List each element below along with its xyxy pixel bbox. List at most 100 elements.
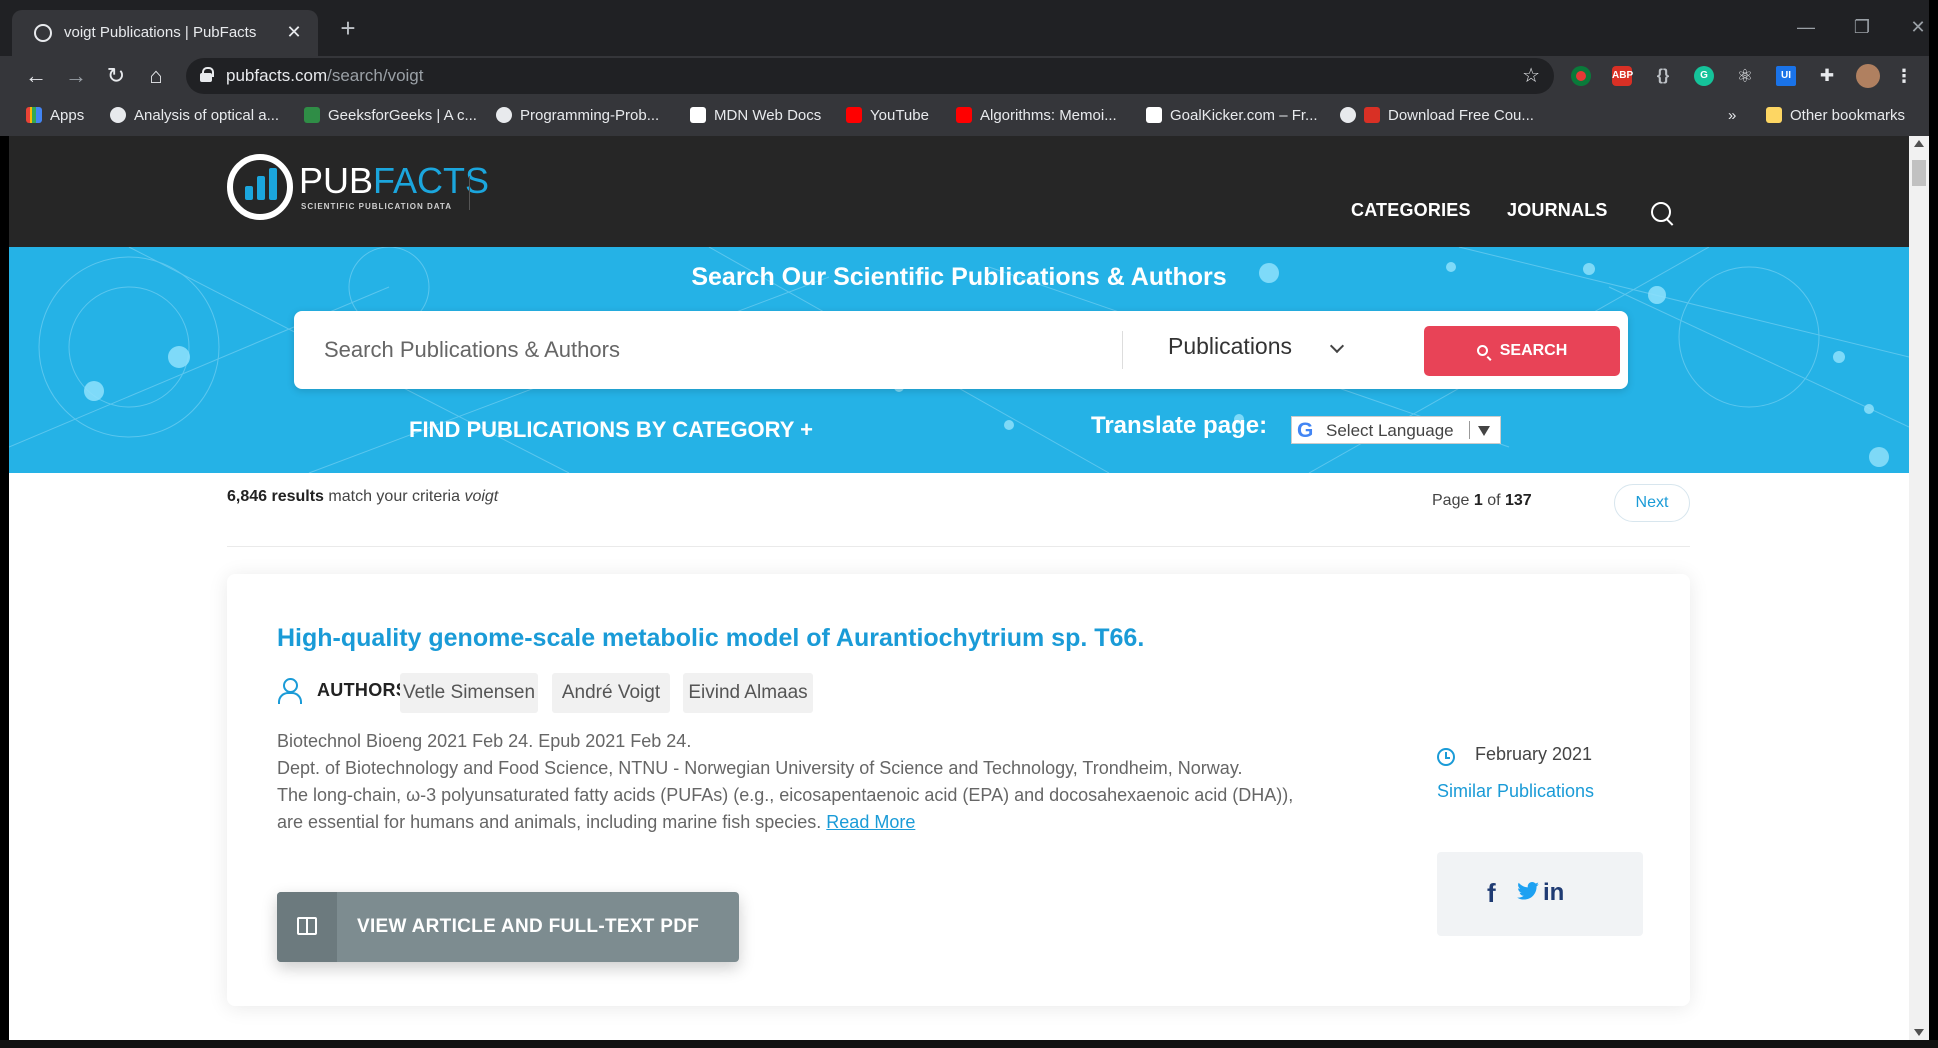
profile-avatar[interactable] bbox=[1856, 64, 1880, 88]
globe-icon bbox=[110, 107, 126, 123]
browser-toolbar: ← → ↻ ⌂ pubfacts.com/search/voigt ☆ ABP … bbox=[0, 56, 1938, 96]
json-viewer-icon[interactable]: {} bbox=[1653, 66, 1673, 86]
bookmark-download-free[interactable]: Download Free Cou... bbox=[1340, 106, 1534, 126]
author-chip[interactable]: André Voigt bbox=[552, 673, 670, 713]
adblock-icon[interactable]: ABP bbox=[1612, 66, 1633, 86]
bookmark-apps[interactable]: Apps bbox=[26, 106, 84, 126]
logo-magnifier-icon bbox=[227, 154, 293, 220]
globe-icon bbox=[1340, 107, 1356, 123]
results-divider bbox=[227, 546, 1690, 547]
bookmark-star-icon[interactable]: ☆ bbox=[1522, 63, 1540, 88]
pubfacts-logo[interactable]: PUBFACTS SCIENTIFIC PUBLICATION DATA bbox=[227, 154, 489, 230]
ui-extension-icon[interactable]: UI bbox=[1776, 66, 1796, 86]
google-g-icon: G bbox=[1297, 419, 1314, 442]
user-icon bbox=[277, 678, 302, 704]
search-type-dropdown[interactable]: Publications bbox=[1168, 333, 1292, 360]
language-select[interactable]: G Select Language bbox=[1291, 416, 1501, 444]
bookmarks-bar: Apps Analysis of optical a... GeeksforGe… bbox=[0, 96, 1938, 136]
browser-tab[interactable]: voigt Publications | PubFacts ✕ bbox=[12, 10, 318, 56]
mdn-icon bbox=[690, 107, 706, 123]
header-search-icon[interactable] bbox=[1649, 200, 1677, 228]
restore-icon[interactable]: ❐ bbox=[1840, 12, 1884, 42]
tab-title: voigt Publications | PubFacts bbox=[64, 24, 257, 41]
bookmark-goalkicker[interactable]: GoalKicker.com – Fr... bbox=[1146, 106, 1318, 126]
goalkicker-icon bbox=[1146, 107, 1162, 123]
reload-icon[interactable]: ↻ bbox=[100, 60, 132, 92]
folder-icon bbox=[1766, 107, 1782, 123]
hero-title: Search Our Scientific Publications & Aut… bbox=[691, 263, 1227, 291]
apps-grid-icon bbox=[26, 107, 42, 123]
minimize-icon[interactable]: — bbox=[1784, 12, 1828, 42]
back-icon[interactable]: ← bbox=[20, 60, 52, 92]
logo-tagline: SCIENTIFIC PUBLICATION DATA bbox=[301, 202, 452, 211]
fco-icon bbox=[1364, 107, 1380, 123]
author-chip[interactable]: Vetle Simensen bbox=[400, 673, 538, 713]
linkedin-icon[interactable]: in bbox=[1543, 878, 1564, 908]
book-icon bbox=[297, 917, 317, 935]
screen-right-edge bbox=[1929, 0, 1938, 1048]
screen-bottom-edge bbox=[0, 1040, 1938, 1048]
scroll-down-icon[interactable] bbox=[1914, 1029, 1924, 1036]
site-header: PUBFACTS SCIENTIFIC PUBLICATION DATA CAT… bbox=[9, 136, 1909, 247]
similar-publications-link[interactable]: Similar Publications bbox=[1437, 781, 1594, 802]
share-box: f in bbox=[1437, 852, 1643, 936]
bookmarks-overflow-icon[interactable]: » bbox=[1728, 106, 1736, 126]
bookmark-algorithms[interactable]: Algorithms: Memoi... bbox=[956, 106, 1117, 126]
url-text[interactable]: pubfacts.com/search/voigt bbox=[226, 66, 424, 86]
logo-divider bbox=[469, 176, 470, 210]
facebook-icon[interactable]: f bbox=[1487, 878, 1496, 908]
extensions-puzzle-icon[interactable]: ✚ bbox=[1817, 66, 1837, 86]
bookmark-programming[interactable]: Programming-Prob... bbox=[496, 106, 659, 126]
abstract-snippet: The long-chain, ω-3 polyunsaturated fatt… bbox=[277, 785, 1294, 832]
home-icon[interactable]: ⌂ bbox=[140, 60, 172, 92]
bookmark-analysis[interactable]: Analysis of optical a... bbox=[110, 106, 279, 126]
page-indicator: Page 1 of 137 bbox=[1432, 492, 1532, 509]
page-scrollbar[interactable] bbox=[1909, 136, 1929, 1040]
address-bar[interactable]: pubfacts.com/search/voigt ☆ bbox=[186, 58, 1554, 94]
tab-strip: voigt Publications | PubFacts ✕ + — ❐ ✕ bbox=[0, 0, 1938, 56]
dropdown-arrow-icon bbox=[1478, 426, 1490, 436]
new-tab-icon[interactable]: + bbox=[334, 14, 362, 42]
publication-date: February 2021 bbox=[1475, 744, 1593, 764]
search-bar: Publications SEARCH bbox=[294, 311, 1628, 389]
grammarly-icon[interactable]: G bbox=[1694, 66, 1714, 86]
nav-categories[interactable]: CATEGORIES bbox=[1351, 200, 1471, 221]
scroll-up-icon[interactable] bbox=[1914, 140, 1924, 147]
youtube-icon bbox=[846, 107, 862, 123]
other-bookmarks[interactable]: Other bookmarks bbox=[1766, 106, 1905, 126]
twitter-icon[interactable] bbox=[1517, 882, 1539, 900]
search-button[interactable]: SEARCH bbox=[1424, 326, 1620, 376]
read-more-link[interactable]: Read More bbox=[826, 812, 915, 832]
page-viewport: PUBFACTS SCIENTIFIC PUBLICATION DATA CAT… bbox=[9, 136, 1909, 1040]
bookmark-geeksforgeeks[interactable]: GeeksforGeeks | A c... bbox=[304, 106, 477, 126]
menu-kebab-icon[interactable]: ⋮ bbox=[1894, 66, 1914, 86]
tab-close-icon[interactable]: ✕ bbox=[282, 20, 306, 44]
extension-record-icon[interactable] bbox=[1571, 66, 1591, 86]
lock-icon bbox=[200, 67, 214, 82]
search-icon bbox=[1476, 345, 1488, 356]
react-devtools-icon[interactable]: ⚛ bbox=[1735, 66, 1755, 86]
nav-journals[interactable]: JOURNALS bbox=[1507, 200, 1608, 221]
affiliation: Dept. of Biotechnology and Food Science,… bbox=[277, 758, 1243, 778]
chevron-down-icon[interactable] bbox=[1329, 338, 1345, 354]
hero-search-section: Search Our Scientific Publications & Aut… bbox=[9, 247, 1909, 473]
journal-citation: Biotechnol Bioeng 2021 Feb 24. Epub 2021… bbox=[277, 731, 692, 751]
bookmark-youtube[interactable]: YouTube bbox=[846, 106, 929, 126]
next-page-button[interactable]: Next bbox=[1614, 484, 1690, 522]
view-article-button[interactable]: VIEW ARTICLE AND FULL-TEXT PDF bbox=[277, 892, 739, 962]
search-input[interactable] bbox=[324, 325, 1124, 375]
logo-wordmark: PUBFACTS bbox=[299, 160, 490, 201]
pubfacts-favicon-icon bbox=[34, 24, 52, 42]
search-separator bbox=[1122, 331, 1123, 369]
forward-icon[interactable]: → bbox=[60, 60, 92, 92]
author-chip[interactable]: Eivind Almaas bbox=[683, 673, 813, 713]
results-count: 6,846 results match your criteria voigt bbox=[227, 488, 499, 505]
publication-title-link[interactable]: High-quality genome-scale metabolic mode… bbox=[277, 624, 1144, 653]
github-icon bbox=[496, 107, 512, 123]
find-by-category-link[interactable]: FIND PUBLICATIONS BY CATEGORY + bbox=[409, 417, 813, 443]
scrollbar-thumb[interactable] bbox=[1912, 160, 1926, 186]
clock-icon bbox=[1437, 748, 1455, 766]
translate-label: Translate page: bbox=[1091, 412, 1268, 439]
browser-chrome: voigt Publications | PubFacts ✕ + — ❐ ✕ … bbox=[0, 0, 1938, 136]
bookmark-mdn[interactable]: MDN Web Docs bbox=[690, 106, 821, 126]
